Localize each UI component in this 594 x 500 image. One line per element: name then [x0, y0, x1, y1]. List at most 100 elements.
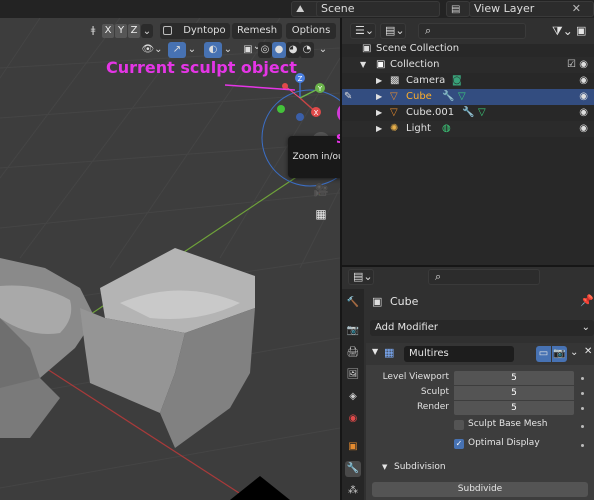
chevron-right-icon[interactable]: ▶	[376, 89, 382, 105]
xray-icon[interactable]: ▣	[240, 42, 256, 58]
modifier-name-field[interactable]: Multires	[404, 346, 514, 362]
level-viewport-field[interactable]: 5	[454, 371, 574, 385]
sculpt-base-mesh-label: Sculpt Base Mesh	[468, 419, 548, 429]
view-layer-field[interactable]: View Layer ✕	[469, 1, 594, 17]
chevron-right-icon[interactable]: ▶	[376, 105, 382, 121]
render-toggle-icon[interactable]: 📷	[552, 346, 567, 362]
symmetry-dropdown[interactable]: ⌄	[141, 24, 153, 38]
view-layer-selector[interactable]: ▤	[446, 1, 470, 17]
camera-object-icon: ▩	[390, 75, 400, 86]
light-object-icon: ✺	[390, 123, 399, 134]
material-shading-icon[interactable]: ◕	[286, 42, 300, 58]
outliner-row-collection[interactable]: ▼ ▣ Collection ☑ ◉	[342, 57, 594, 73]
pin-icon[interactable]: 📌	[580, 294, 594, 307]
animate-property-icon[interactable]	[581, 407, 584, 410]
wrench-icon: 🔧	[442, 91, 455, 102]
symmetry-icon[interactable]: ǂ	[86, 23, 100, 39]
eye-icon[interactable]: ◉	[579, 121, 588, 137]
outliner-row-camera[interactable]: ▶ ▩ Camera ◙ ◉	[342, 73, 594, 89]
row-label: Light	[406, 123, 431, 134]
eye-icon[interactable]: ◉	[579, 105, 588, 121]
filter-icon[interactable]: ⧩⌄	[552, 24, 573, 39]
chevron-right-icon[interactable]: ▶	[376, 121, 382, 137]
axis-y-toggle[interactable]: Y	[115, 24, 127, 38]
row-label: Scene Collection	[376, 43, 460, 54]
3d-viewport[interactable]: Z X Y ǂ X Y Z ⌄ Dyntopo Remesh ⌄ Options…	[0, 18, 340, 500]
scene-name-field[interactable]: Scene	[316, 1, 440, 17]
output-tab-icon[interactable]: 🖨	[345, 345, 361, 361]
outliner-row-light[interactable]: ▶ ✺ Light ◍ ◉	[342, 121, 594, 137]
eye-icon[interactable]: ◉	[579, 57, 588, 73]
wireframe-shading-icon[interactable]: ◎	[258, 42, 272, 58]
render-label: Render	[416, 402, 449, 412]
gizmo-dropdown[interactable]: ⌄	[186, 42, 198, 58]
close-icon[interactable]: ✕	[572, 2, 581, 16]
properties-tab-bar: 🔨 📷 🖨 🖼 ◈ ◉ ▣ 🔧 ⁂	[342, 289, 364, 500]
modifier-tab-icon[interactable]: 🔧	[345, 461, 361, 477]
shading-dropdown[interactable]: ⌄	[316, 42, 330, 58]
animate-property-icon[interactable]	[581, 392, 584, 395]
edit-mode-toggle-icon[interactable]: ▭	[536, 346, 551, 362]
particles-tab-icon[interactable]: ⁂	[345, 483, 361, 499]
overlays-dropdown[interactable]: ⌄	[222, 42, 234, 58]
gizmo-toggle-icon[interactable]: ↗	[168, 42, 186, 58]
animate-property-icon[interactable]	[581, 425, 584, 428]
scene-tab-icon[interactable]: ◈	[345, 389, 361, 405]
modifier-header: ▼ ▦ Multires ▭ 📷 ⌄ ✕ ⠿	[366, 343, 594, 365]
view-layer-tab-icon[interactable]: 🖼	[345, 367, 361, 383]
dyntopo-toggle[interactable]: Dyntopo	[160, 23, 230, 39]
sculpt-base-mesh-checkbox[interactable]	[454, 420, 464, 430]
annotation-current-sculpt: Current sculpt object	[106, 58, 297, 77]
render-tab-icon[interactable]: 📷	[345, 323, 361, 339]
view-layer-icon: ▤	[451, 4, 461, 15]
editor-type-dropdown[interactable]: ☰⌄	[350, 23, 376, 39]
outliner-search-input[interactable]: ⌕	[418, 23, 526, 39]
camera-view-icon[interactable]: 🎥	[312, 181, 330, 199]
chevron-down-icon: ⌄	[581, 322, 590, 333]
outliner-row-cube[interactable]: ✎ ▶ ▽ Cube 🔧 ▽ ◉	[342, 89, 594, 105]
solid-shading-icon[interactable]: ●	[272, 42, 286, 58]
object-tab-icon[interactable]: ▣	[345, 439, 361, 455]
visibility-icon[interactable]: 👁⌄	[140, 42, 164, 58]
axis-z-toggle[interactable]: Z	[128, 24, 140, 38]
remesh-dropdown[interactable]: Remesh ⌄	[232, 23, 282, 52]
remesh-label: Remesh	[236, 25, 278, 36]
tool-tab-icon[interactable]: 🔨	[345, 295, 361, 311]
new-collection-icon[interactable]: ▣	[576, 24, 586, 37]
row-label: Camera	[406, 75, 446, 86]
sculpted-cube	[80, 248, 255, 448]
animate-property-icon[interactable]	[581, 377, 584, 380]
row-label: Cube	[406, 91, 432, 102]
multires-modifier-icon: ▦	[384, 346, 395, 359]
viewport-scene: Z X Y	[0, 18, 340, 500]
outliner-row-cube-001[interactable]: ▶ ▽ Cube.001 🔧 ▽ ◉	[342, 105, 594, 121]
render-field[interactable]: 5	[454, 401, 574, 415]
perspective-grid-icon[interactable]: ▦	[312, 205, 330, 223]
axis-x-toggle[interactable]: X	[102, 24, 114, 38]
editor-type-dropdown[interactable]: ▤⌄	[348, 269, 374, 285]
animate-property-icon[interactable]	[581, 444, 584, 447]
eye-icon[interactable]: ◉	[579, 89, 588, 105]
chevron-down-icon[interactable]: ▼	[372, 347, 378, 356]
checkbox-checked-icon[interactable]: ☑	[567, 57, 576, 73]
add-modifier-dropdown[interactable]: Add Modifier ⌄	[370, 320, 594, 336]
rendered-shading-icon[interactable]: ◔	[300, 42, 314, 58]
properties-search-input[interactable]: ⌕	[428, 269, 540, 285]
object-type-icon: ▣	[372, 295, 383, 308]
brush-icon[interactable]: ✎	[344, 89, 352, 105]
sculpt-field[interactable]: 5	[454, 386, 574, 400]
close-icon[interactable]: ✕	[584, 346, 592, 357]
world-tab-icon[interactable]: ◉	[345, 411, 361, 427]
chevron-right-icon[interactable]: ▶	[376, 73, 382, 89]
subdivide-button[interactable]: Subdivide	[372, 482, 588, 497]
annotation-switch: switch	[336, 128, 340, 147]
optimal-display-checkbox[interactable]: ✓	[454, 439, 464, 449]
outliner-row-scene-collection[interactable]: ▣ Scene Collection	[342, 41, 594, 57]
chevron-down-icon[interactable]: ▼	[360, 57, 366, 73]
overlays-toggle-icon[interactable]: ◐	[204, 42, 222, 58]
options-dropdown[interactable]: Options ⌄	[286, 23, 336, 52]
modifier-options-dropdown[interactable]: ⌄	[570, 347, 578, 358]
subdivision-panel-header[interactable]: ▼ Subdivision	[366, 459, 594, 475]
display-mode-dropdown[interactable]: ▤⌄	[380, 23, 406, 39]
eye-icon[interactable]: ◉	[579, 73, 588, 89]
